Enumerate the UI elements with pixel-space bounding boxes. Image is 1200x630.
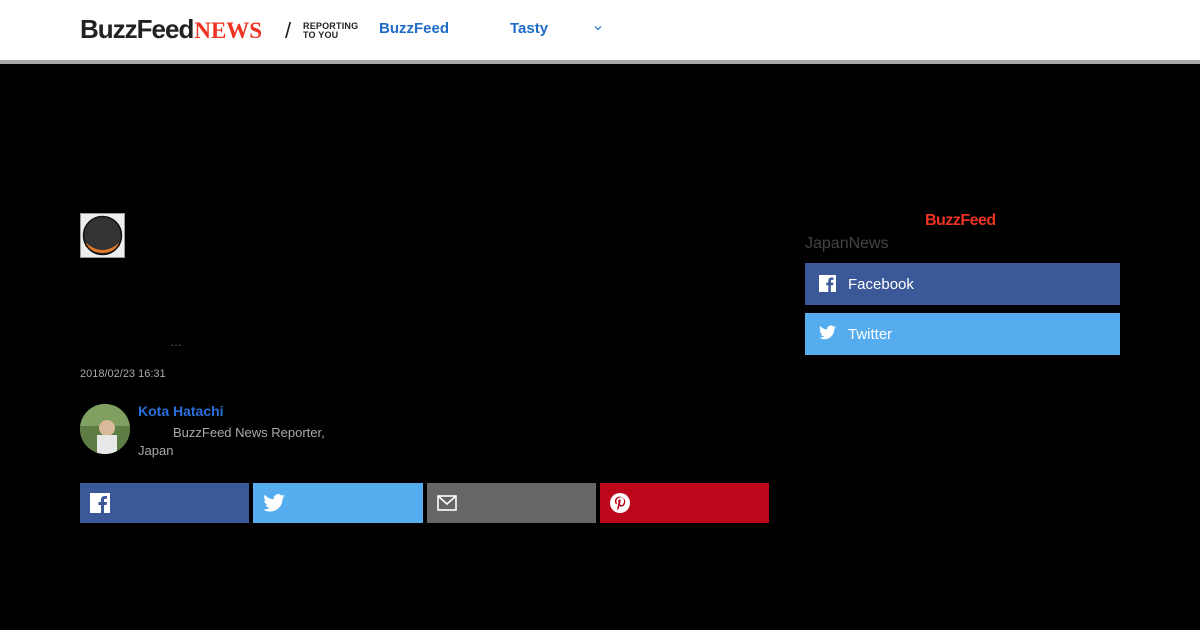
share-pinterest-button[interactable] xyxy=(599,483,769,523)
nav-buzzfeed[interactable]: BuzzFeed xyxy=(379,20,449,37)
logo-wordmark: BuzzFeed xyxy=(80,14,194,44)
tagline-line-2: TO YOU xyxy=(303,30,339,40)
topic-badge-icon[interactable] xyxy=(80,213,125,258)
sidebar-buzzfeed-logo: BuzzFeed xyxy=(925,212,996,229)
share-facebook-button[interactable] xyxy=(80,483,250,523)
chevron-down-icon[interactable] xyxy=(592,22,604,34)
article-ellipsis: … xyxy=(170,335,182,349)
author-role: BuzzFeed News Reporter, Japan xyxy=(138,425,325,458)
pinterest-icon xyxy=(609,493,630,513)
mail-icon xyxy=(436,495,457,511)
header-divider xyxy=(0,60,1200,64)
twitter-icon xyxy=(263,494,286,512)
sidebar-caption: JapanNews xyxy=(805,235,889,252)
follow-twitter-button[interactable]: Twitter xyxy=(805,313,1120,355)
buzzfeed-news-logo[interactable]: BuzzFeed NEWS xyxy=(80,14,262,44)
share-email-button[interactable] xyxy=(426,483,596,523)
site-header: BuzzFeed NEWS / REPORTING TO YOU BuzzFee… xyxy=(0,0,1200,60)
nav-tasty[interactable]: Tasty xyxy=(510,20,548,37)
author-avatar[interactable] xyxy=(80,404,130,454)
share-buttons xyxy=(80,483,769,523)
facebook-icon xyxy=(819,275,837,293)
share-twitter-button[interactable] xyxy=(253,483,423,523)
twitter-icon xyxy=(819,325,837,343)
facebook-icon xyxy=(90,493,110,513)
tagline: REPORTING TO YOU xyxy=(303,22,359,40)
logo-news: NEWS xyxy=(194,18,263,43)
author-name-link[interactable]: Kota Hatachi xyxy=(138,403,224,419)
follow-facebook-button[interactable]: Facebook xyxy=(805,263,1120,305)
follow-twitter-label: Twitter xyxy=(848,325,893,343)
follow-facebook-label: Facebook xyxy=(848,275,914,293)
logo-divider: / xyxy=(285,18,292,43)
article-timestamp: 2018/02/23 16:31 xyxy=(80,368,166,380)
